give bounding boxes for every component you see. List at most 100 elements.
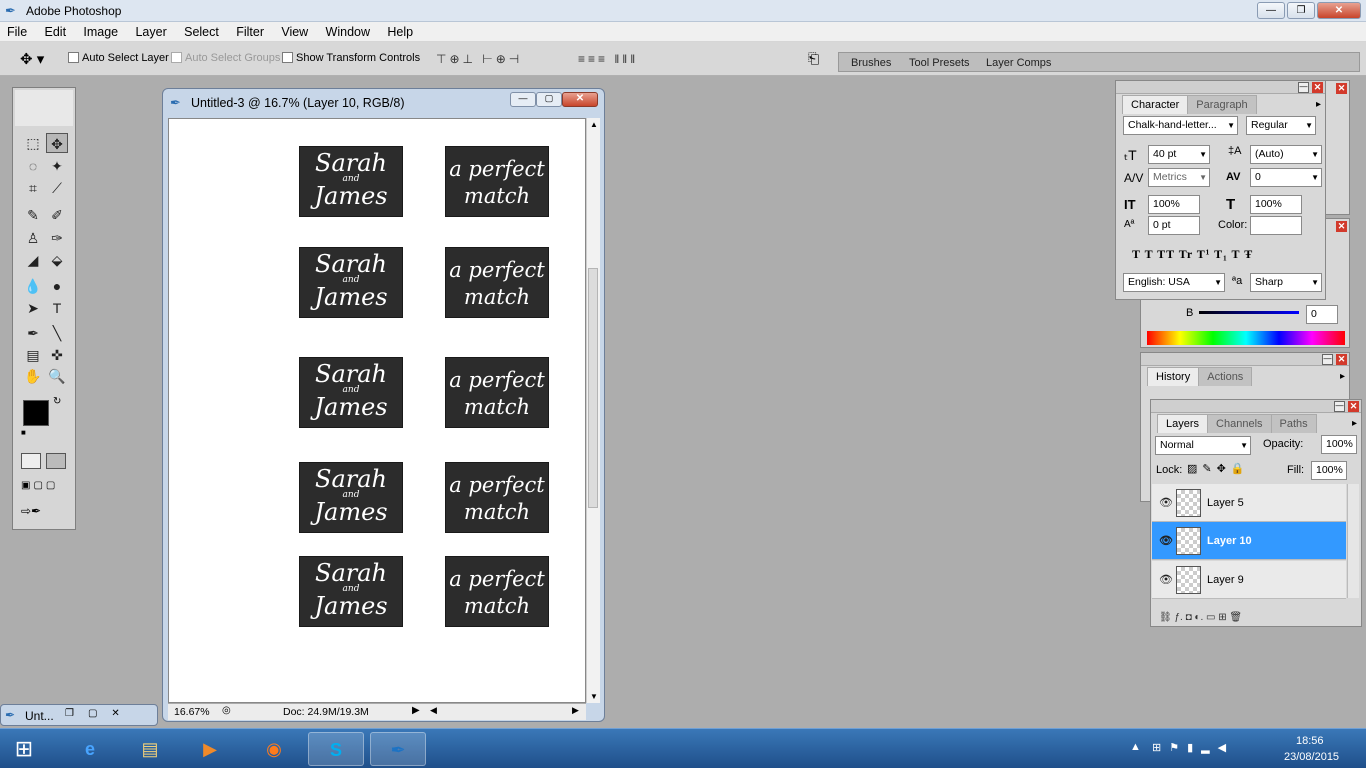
healing-brush-icon[interactable]: ✎ (22, 205, 44, 225)
language-select[interactable]: English: USA ▼ (1123, 273, 1225, 292)
doc-close-button[interactable]: ✕ (562, 92, 598, 107)
baseline-shift-field[interactable]: 0 pt (1148, 216, 1200, 235)
scroll-up-icon[interactable]: ▲ (590, 120, 598, 129)
tab-layers[interactable]: Layers (1157, 414, 1209, 433)
default-colors-icon[interactable]: ■ (21, 428, 26, 437)
tab-layer-comps[interactable]: Layer Comps (986, 57, 1051, 69)
tab-brushes[interactable]: Brushes (851, 57, 891, 69)
layer-row[interactable]: 👁 Layer 5 (1152, 484, 1346, 522)
doc-maximize-button[interactable]: ▢ (536, 92, 562, 107)
b-value-field[interactable]: 0 (1306, 305, 1338, 324)
path-select-icon[interactable]: ➤ (22, 298, 44, 318)
jump-to-imageready-icon[interactable]: ⇨✒ (21, 504, 67, 520)
menu-select[interactable]: Select (177, 22, 226, 39)
minimized-document[interactable]: ✒ Unt... ❐▢✕ (0, 704, 158, 726)
slice-tool-icon[interactable]: ⟋ (46, 178, 68, 198)
layers-scrollbar[interactable] (1347, 484, 1359, 598)
quick-mask-button[interactable] (46, 453, 66, 469)
history-brush-icon[interactable]: ✑ (46, 228, 68, 248)
notes-tool-icon[interactable]: ▤ (22, 345, 44, 365)
document-canvas[interactable]: Sarah and James a perfect match Sarah and James… (168, 118, 586, 703)
skype-icon[interactable]: S (308, 732, 364, 766)
dodge-tool-icon[interactable]: ● (46, 276, 68, 296)
color-ramp[interactable] (1147, 331, 1345, 345)
auto-select-layer-checkbox[interactable] (68, 52, 79, 63)
font-family-select[interactable]: Chalk-hand-letter... ▼ (1123, 116, 1238, 135)
leading-field[interactable]: (Auto) ▼ (1250, 145, 1322, 164)
layer-row[interactable]: 👁 Layer 9 (1152, 561, 1346, 599)
file-explorer-icon[interactable]: ▤ (122, 732, 178, 766)
tab-actions[interactable]: Actions (1198, 367, 1253, 386)
tab-character[interactable]: Character (1122, 95, 1189, 114)
menu-filter[interactable]: Filter (229, 22, 271, 39)
photoshop-taskbar-icon[interactable]: ✒ (370, 732, 426, 766)
menu-layer[interactable]: Layer (128, 22, 173, 39)
restore-button[interactable]: ❐ (1287, 2, 1315, 19)
minimize-button[interactable]: — (1257, 2, 1285, 19)
text-style-buttons[interactable]: T T TT Tr T¹ T₁ T Ŧ (1132, 247, 1253, 262)
close-icon[interactable]: ✕ (1336, 221, 1347, 232)
minimize-icon[interactable]: — (1298, 82, 1309, 93)
panel-menu-icon[interactable]: ▸ (1316, 99, 1321, 110)
clock-date[interactable]: 23/08/2015 (1284, 751, 1339, 763)
menu-edit[interactable]: Edit (38, 22, 74, 39)
distribute-buttons[interactable]: ≡≡≡ ‖‖‖ (578, 52, 638, 66)
line-tool-icon[interactable]: ╲ (46, 323, 68, 343)
layer-action-icons[interactable]: ⛓ ƒ. ◘ ◐. ▭ ⊞ 🗑 (1159, 612, 1242, 623)
standard-mode-button[interactable] (21, 453, 41, 469)
auto-select-layer-option[interactable]: Auto Select Layer (68, 52, 169, 64)
eraser-tool-icon[interactable]: ◢ (22, 250, 44, 270)
tracking-field[interactable]: 0 ▼ (1250, 168, 1322, 187)
pen-tool-icon[interactable]: ✒ (22, 323, 44, 343)
foreground-color-swatch[interactable] (23, 400, 49, 426)
show-transform-checkbox[interactable] (282, 52, 293, 63)
visibility-eye-icon[interactable]: 👁 (1159, 496, 1173, 509)
show-transform-controls-option[interactable]: Show Transform Controls (282, 52, 420, 64)
move-tool-icon[interactable]: ✥ (46, 133, 68, 153)
magic-wand-icon[interactable]: ✦ (46, 156, 68, 176)
layer-row-selected[interactable]: 👁 Layer 10 (1152, 522, 1346, 560)
minimize-icon[interactable]: — (1322, 354, 1333, 365)
lock-icons[interactable]: ▨✎✥🔒 (1187, 462, 1250, 475)
marquee-tool-icon[interactable]: ⬚ (22, 133, 44, 153)
menu-window[interactable]: Window (319, 22, 377, 39)
hscroll-left-icon[interactable]: ◀ (430, 705, 437, 716)
doc-minimize-button[interactable]: — (510, 92, 536, 107)
close-button[interactable]: ✕ (1317, 2, 1361, 19)
type-tool-icon[interactable]: T (46, 298, 68, 318)
font-style-select[interactable]: Regular ▼ (1246, 116, 1316, 135)
media-player-icon[interactable]: ▶ (182, 732, 238, 766)
crop-tool-icon[interactable]: ⌗ (22, 178, 44, 198)
scroll-down-icon[interactable]: ▼ (590, 692, 598, 701)
show-hidden-icons[interactable]: ▲ (1130, 741, 1141, 753)
kerning-field[interactable]: Metrics ▼ (1148, 168, 1210, 187)
tab-channels[interactable]: Channels (1207, 414, 1272, 433)
panel-menu-icon[interactable]: ▸ (1340, 371, 1345, 382)
tab-history[interactable]: History (1147, 367, 1200, 386)
close-icon[interactable]: ✕ (1312, 82, 1323, 93)
start-button[interactable]: ⊞ (2, 732, 46, 766)
minimize-icon[interactable]: — (1334, 401, 1345, 412)
menu-image[interactable]: Image (76, 22, 125, 39)
menu-file[interactable]: File (0, 22, 34, 39)
hand-tool-icon[interactable]: ✋ (22, 366, 44, 386)
fill-field[interactable]: 100% (1311, 461, 1347, 480)
visibility-eye-icon[interactable]: 👁 (1159, 573, 1173, 586)
text-color-swatch[interactable] (1250, 216, 1302, 235)
close-icon[interactable]: ✕ (1348, 401, 1359, 412)
minimized-doc-buttons[interactable]: ❐▢✕ (65, 708, 134, 719)
b-slider[interactable] (1199, 311, 1299, 314)
blur-tool-icon[interactable]: 💧 (22, 276, 44, 296)
zoom-level[interactable]: 16.67% (174, 706, 210, 718)
lasso-tool-icon[interactable]: ◌ (22, 156, 44, 176)
imageready-icon[interactable]: ◎ (222, 705, 231, 716)
menu-view[interactable]: View (274, 22, 315, 39)
menu-help[interactable]: Help (380, 22, 420, 39)
scroll-thumb[interactable] (588, 268, 598, 508)
clone-stamp-icon[interactable]: ♙ (22, 228, 44, 248)
screen-mode-buttons[interactable]: ▣▢▢ (21, 480, 67, 494)
visibility-eye-icon[interactable]: 👁 (1159, 534, 1173, 547)
opacity-field[interactable]: 100% (1321, 435, 1357, 454)
tab-tool-presets[interactable]: Tool Presets (909, 57, 970, 69)
tab-paragraph[interactable]: Paragraph (1187, 95, 1257, 114)
